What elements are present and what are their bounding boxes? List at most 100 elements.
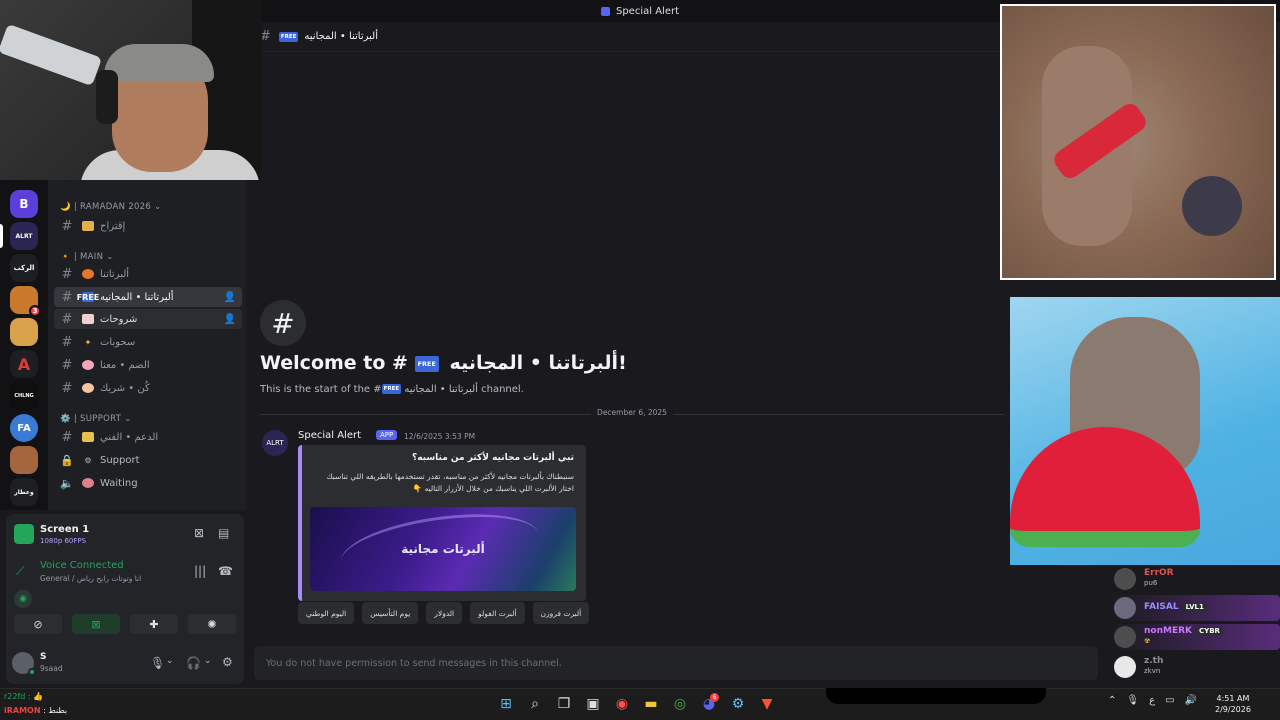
- signal-icon[interactable]: ⟋: [16, 564, 24, 579]
- disconnect-icon[interactable]: ☎: [218, 564, 233, 578]
- server-icon[interactable]: ALRT: [10, 222, 38, 250]
- chat-message: FAISAL LVL1: [1112, 595, 1280, 621]
- role-button[interactable]: الدولار: [426, 602, 463, 624]
- camera-off-button[interactable]: ⊘: [14, 614, 62, 634]
- server-icon[interactable]: 3: [10, 286, 41, 317]
- sparkles-emoji-icon: ✦: [84, 337, 92, 347]
- date-divider: December 6, 2025: [260, 408, 1004, 417]
- media-overlay-bar: [826, 688, 1046, 704]
- start-icon[interactable]: ⊞: [496, 693, 516, 715]
- channel-tech-support[interactable]: # الدعم • الفني: [54, 427, 242, 447]
- channel-partner[interactable]: # كُن • شريك: [54, 378, 242, 398]
- stream-ticker: r22fd : 👍 iRAMON : بطنط: [4, 692, 68, 715]
- free-badge-icon: FREE: [76, 292, 100, 302]
- stream-settings-icon[interactable]: ▤: [218, 526, 229, 540]
- folder-icon[interactable]: ▬: [641, 693, 661, 715]
- role-button[interactable]: اليوم الوطني: [298, 602, 355, 624]
- task-view-icon[interactable]: ❐: [554, 693, 574, 715]
- search-icon[interactable]: ⌕: [525, 693, 545, 715]
- channel-free-orbits[interactable]: # FREE ألبرتاتنا • المجانيه 👤: [54, 287, 242, 307]
- unread-badge: 3: [29, 305, 41, 317]
- screen-share-quality: 1080p 60FPS: [40, 537, 87, 545]
- category-main[interactable]: 🔸 | MAIN ⌄: [60, 252, 114, 262]
- stream-chat-overlay: ErrOR pu6 FAISAL LVL1 nonMERK CYBR ☢ z.th …: [1112, 566, 1280, 686]
- welcome-title: Welcome to # FREE ألبرتاتنا • المجانيه!: [260, 352, 627, 374]
- channel-draws[interactable]: # ✦ سحوبات: [54, 332, 242, 352]
- add-member-icon[interactable]: 👤: [224, 314, 236, 325]
- channel-support[interactable]: 🔒 ⚙ Support: [54, 450, 242, 470]
- avatar: [1114, 656, 1136, 678]
- message-author[interactable]: Special Alert: [298, 430, 361, 441]
- network-icon[interactable]: ▭: [1165, 695, 1174, 706]
- channel-sidebar: 🌙 | RAMADAN 2026 ⌄ # إقتراح 🔸 | MAIN ⌄ #…: [48, 180, 246, 510]
- speaker-icon: 🔈: [60, 476, 74, 490]
- role-button[interactable]: ألبرت فروزن: [532, 602, 590, 624]
- server-rail: B ALRT الركب 3 A CHLNG FA وعطار: [0, 180, 48, 510]
- webcam-overlay: [0, 0, 262, 180]
- category-ramadan[interactable]: 🌙 | RAMADAN 2026 ⌄: [60, 202, 162, 212]
- channel-suggest[interactable]: # إقتراح: [54, 216, 242, 236]
- add-member-icon[interactable]: 👤: [224, 292, 236, 303]
- server-icon[interactable]: [10, 446, 38, 474]
- server-icon[interactable]: CHLNG: [10, 382, 38, 410]
- category-support[interactable]: ⚙️ | SUPPORT ⌄: [60, 414, 132, 424]
- store-icon[interactable]: ▣: [583, 693, 603, 715]
- app-icon: [600, 6, 610, 16]
- gear-emoji-icon: ⚙: [84, 455, 92, 465]
- avatar: [1114, 568, 1136, 590]
- server-icon[interactable]: [10, 318, 38, 346]
- volume-icon[interactable]: 🔊: [1185, 695, 1197, 706]
- stop-stream-icon[interactable]: ⊠: [194, 526, 204, 540]
- text-channel-icon: #: [61, 218, 73, 234]
- message-avatar[interactable]: ALRT: [262, 430, 288, 456]
- screen-share-button[interactable]: ⊠: [72, 614, 120, 634]
- server-icon[interactable]: B: [10, 190, 38, 218]
- channel-join[interactable]: # الضم • معنا: [54, 355, 242, 375]
- voice-connected-label: Voice Connected: [40, 560, 124, 571]
- avatar: [1114, 597, 1136, 619]
- fire-emoji-icon: [82, 269, 94, 279]
- microphone-icon[interactable]: 🎙: [1126, 695, 1139, 706]
- brave-icon[interactable]: ▼: [757, 693, 777, 715]
- chrome-icon[interactable]: ◎: [670, 693, 690, 715]
- gear-icon[interactable]: ⚙: [222, 655, 233, 669]
- obs-icon[interactable]: ◉: [612, 693, 632, 715]
- role-buttons: اليوم الوطني يوم التأسيس الدولار ألبرت ا…: [298, 602, 590, 624]
- screen-share-icon: [14, 524, 34, 544]
- embed-title: تبي ألبرتات مجانيه لأكثر من مناسبه؟: [411, 453, 574, 463]
- soundboard-button[interactable]: ✺: [188, 614, 236, 634]
- role-button[interactable]: يوم التأسيس: [362, 602, 419, 624]
- message-input: You do not have permission to send messa…: [254, 646, 1098, 680]
- server-icon[interactable]: وعطار: [10, 478, 38, 506]
- text-channel-icon: #: [61, 311, 73, 327]
- clock[interactable]: 4:51 AM 2/9/2026: [1215, 693, 1251, 715]
- monkey-gif-overlay: [1000, 4, 1276, 280]
- channel-waiting[interactable]: 🔈 Waiting: [54, 473, 242, 493]
- channel-explain[interactable]: # شروحات 👤: [54, 309, 242, 329]
- voice-channel-name[interactable]: General / انا وتوتات رايح رياض: [40, 574, 141, 583]
- soundboard-icon[interactable]: |||: [194, 564, 206, 578]
- steam-icon[interactable]: ⚙: [728, 693, 748, 715]
- noise-suppression-icon[interactable]: ◉: [14, 590, 32, 608]
- message-embed: تبي ألبرتات مجانيه لأكثر من مناسبه؟ سنبط…: [298, 445, 586, 601]
- chevron-down-icon[interactable]: ⌄: [204, 656, 212, 666]
- headphones-icon[interactable]: 🎧: [186, 656, 201, 670]
- microphone-icon[interactable]: 🎙: [150, 656, 165, 670]
- active-server-indicator: [0, 224, 3, 248]
- channel-orbits[interactable]: # ألبرتاتنا: [54, 264, 242, 284]
- avatar: [1114, 626, 1136, 648]
- activities-button[interactable]: ✚: [130, 614, 178, 634]
- server-icon[interactable]: الركب: [10, 254, 38, 282]
- role-button[interactable]: ألبرت الفولو: [470, 602, 525, 624]
- discord-icon[interactable]: ◕ 6: [699, 693, 719, 715]
- language-indicator[interactable]: ع: [1149, 695, 1155, 706]
- window-title: Special Alert: [615, 5, 679, 17]
- chevron-up-icon[interactable]: ⌃: [1108, 695, 1116, 706]
- embed-image[interactable]: ألبرتات مجانية: [310, 507, 576, 591]
- text-channel-icon: #: [61, 266, 73, 282]
- server-icon[interactable]: FA: [10, 414, 38, 442]
- avatar[interactable]: [12, 652, 36, 676]
- server-icon[interactable]: A: [10, 350, 38, 378]
- chevron-down-icon[interactable]: ⌄: [166, 656, 174, 666]
- clock-emoji-icon: [82, 478, 94, 488]
